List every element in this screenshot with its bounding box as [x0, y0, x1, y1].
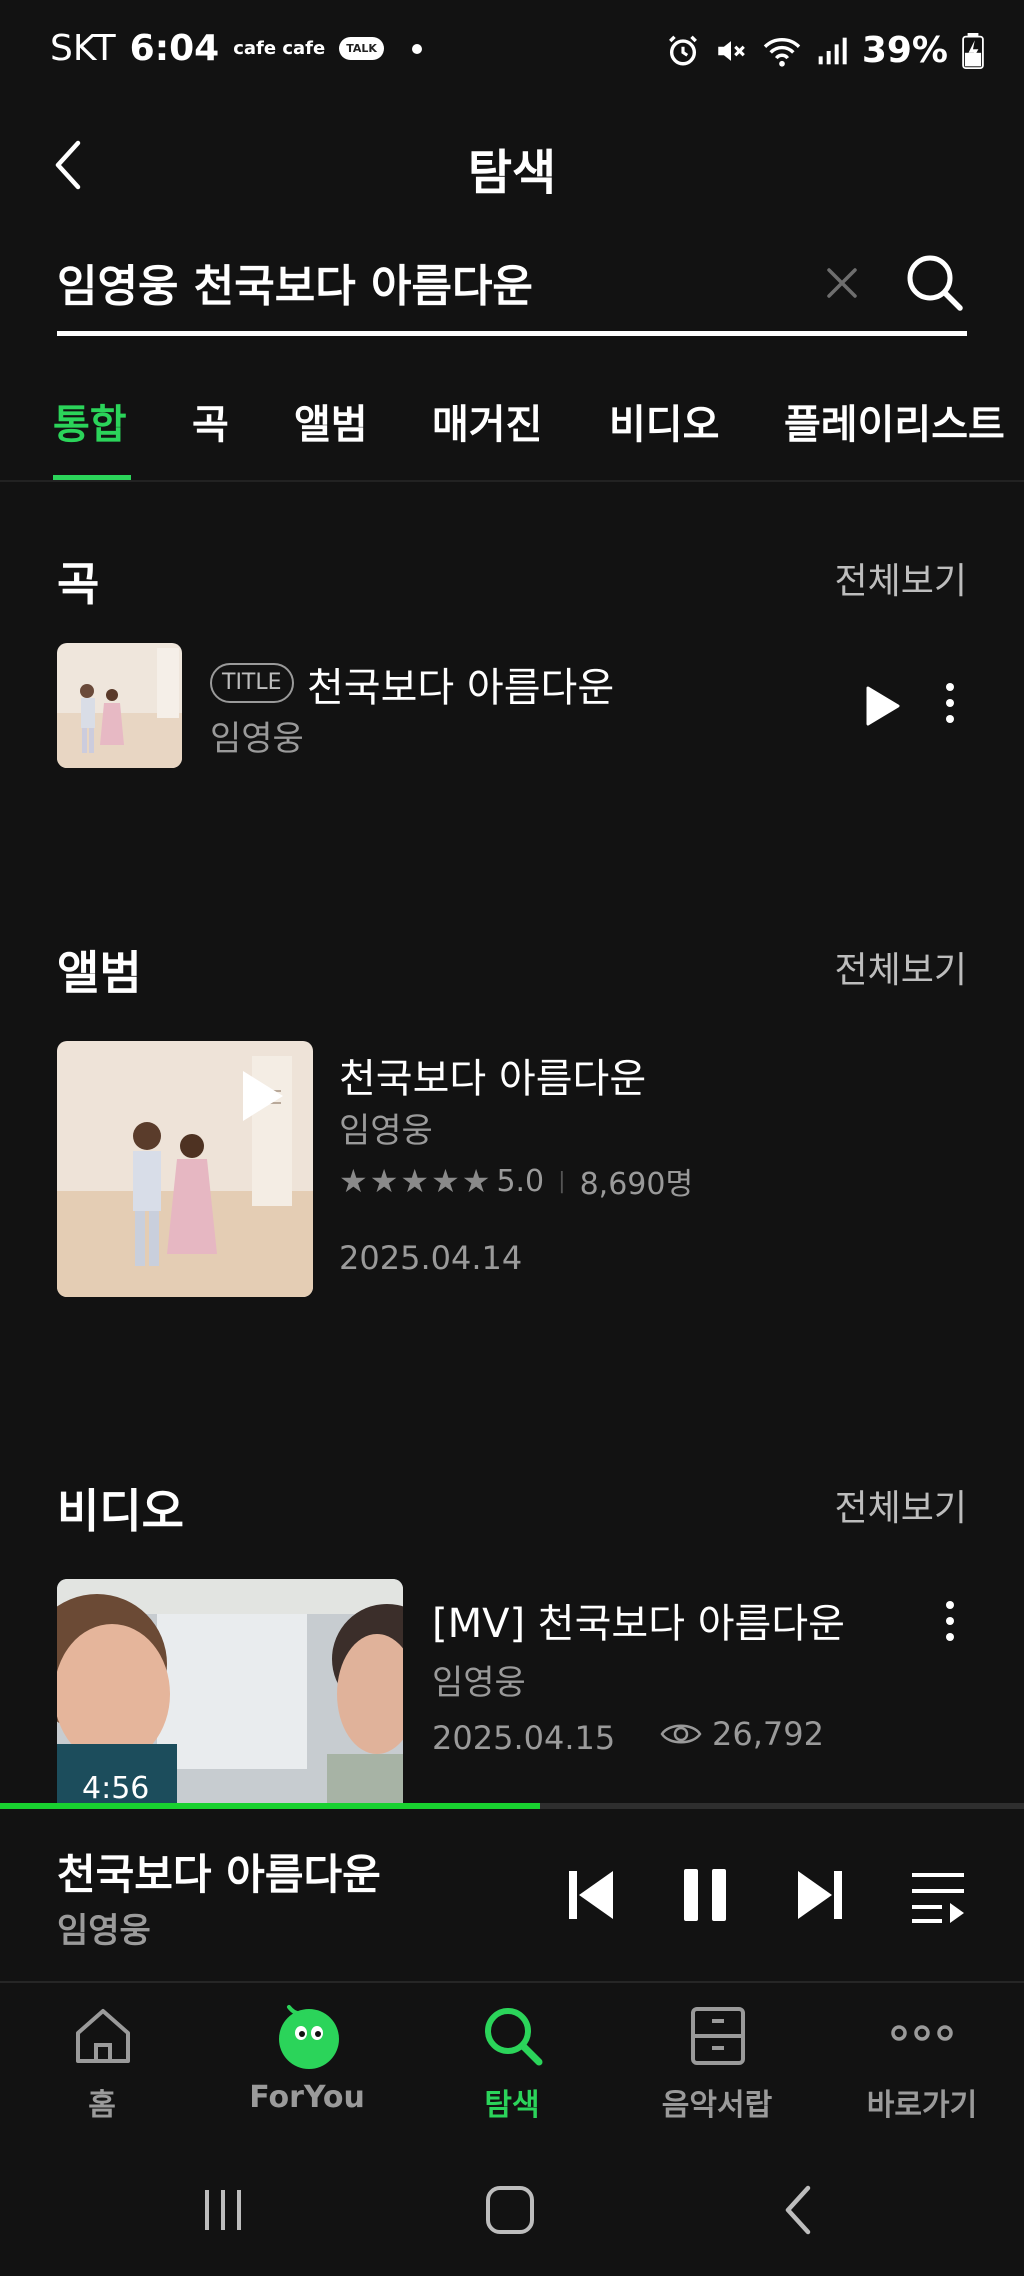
notification-dot-icon	[411, 43, 422, 54]
nav-music-drawer[interactable]: 음악서랍	[637, 2005, 797, 2125]
kakaotalk-icon: TALK	[339, 37, 384, 60]
play-icon[interactable]	[852, 676, 912, 736]
playback-progress-fill	[0, 1803, 540, 1809]
nav-shortcuts[interactable]: 바로가기	[842, 2005, 1002, 2125]
section-title: 곡	[57, 557, 100, 611]
album-release-date: 2025.04.14	[339, 1239, 523, 1277]
nav-foryou[interactable]: ForYou	[227, 2005, 387, 2125]
battery-percent: 39%	[861, 30, 948, 71]
star-rating-icon: ★★★★★	[339, 1162, 493, 1200]
nav-label: 탐색	[484, 2088, 540, 2123]
album-artist: 임영웅	[339, 1111, 433, 1151]
mini-player[interactable]: 천국보다 아름다운 임영웅	[0, 1803, 1024, 1983]
albums-section-header: 앨범 전체보기	[57, 937, 967, 1000]
search-icon[interactable]	[902, 250, 967, 315]
album-rating: ★★★★★ 5.0 | 8,690명	[339, 1159, 693, 1203]
video-view-count: 26,792	[660, 1715, 824, 1753]
clear-search-icon[interactable]	[817, 258, 867, 308]
nav-label: 음악서랍	[661, 2088, 773, 2123]
nav-home[interactable]: 홈	[22, 2005, 182, 2125]
home-icon	[76, 2009, 130, 2063]
video-duration: 4:56	[82, 1771, 150, 1804]
nav-label: 홈	[88, 2088, 116, 2123]
next-track-icon[interactable]	[792, 1863, 848, 1927]
rating-count: 8,690명	[579, 1167, 694, 1202]
tab-all[interactable]: 통합	[53, 392, 127, 450]
videos-section-header: 비디오 전체보기	[57, 1475, 967, 1538]
section-title: 비디오	[57, 1484, 184, 1538]
system-back-icon[interactable]	[770, 2180, 830, 2240]
album-cover	[57, 1041, 313, 1297]
bottom-navigation: 홈 ForYou 탐색 음악서랍 바로가기	[0, 1985, 1024, 2135]
title-track-badge: TITLE	[210, 663, 294, 703]
mute-icon	[718, 40, 745, 61]
system-navigation-bar	[0, 2150, 1024, 2276]
now-playing-artist: 임영웅	[57, 1911, 151, 1951]
more-dots-icon	[891, 2025, 953, 2041]
wifi-icon	[763, 37, 801, 67]
more-options-icon[interactable]	[935, 673, 965, 733]
clock: 6:04	[129, 28, 220, 69]
search-bar	[57, 240, 967, 336]
search-input[interactable]	[57, 252, 797, 312]
now-playing-title: 천국보다 아름다운	[57, 1850, 381, 1899]
status-bar: SKT 6:04 cafe cafe TALK 39%	[0, 0, 1024, 110]
album-list-item[interactable]: 천국보다 아름다운 임영웅 ★★★★★ 5.0 | 8,690명 2025.04…	[57, 1041, 967, 1297]
drawer-icon	[691, 2007, 745, 2065]
rating-divider: |	[558, 1168, 566, 1194]
notification-app-label: cafe cafe	[233, 38, 326, 59]
signal-icon	[818, 37, 847, 64]
nav-label: ForYou	[249, 2080, 365, 2115]
foryou-character-icon	[279, 2005, 339, 2069]
rating-score: 5.0	[496, 1163, 545, 1199]
see-all-videos-link[interactable]: 전체보기	[835, 1479, 967, 1531]
nav-search[interactable]: 탐색	[432, 2005, 592, 2125]
eye-icon	[660, 1724, 702, 1744]
playlist-queue-icon[interactable]	[908, 1863, 968, 1927]
playback-progress-bar[interactable]	[0, 1803, 1024, 1809]
alarm-icon	[668, 35, 697, 65]
nav-label: 바로가기	[866, 2088, 978, 2123]
video-artist: 임영웅	[432, 1663, 526, 1703]
tab-video[interactable]: 비디오	[609, 392, 719, 450]
search-result-tabs: 통합 곡 앨범 매거진 비디오 플레이리스트	[0, 380, 1024, 482]
see-all-albums-link[interactable]: 전체보기	[835, 941, 967, 993]
tab-songs[interactable]: 곡	[192, 392, 229, 450]
songs-section-header: 곡 전체보기	[57, 548, 967, 611]
song-album-art	[57, 643, 182, 768]
album-title: 천국보다 아름다운	[339, 1056, 647, 1102]
tab-playlist[interactable]: 플레이리스트	[784, 392, 1005, 450]
page-title: 탐색	[467, 145, 557, 201]
more-options-icon[interactable]	[935, 1591, 965, 1651]
view-count: 26,792	[712, 1715, 824, 1753]
song-list-item[interactable]: TITLE 천국보다 아름다운 임영웅	[57, 643, 967, 769]
tab-magazine[interactable]: 매거진	[432, 392, 542, 450]
previous-track-icon[interactable]	[563, 1863, 619, 1927]
home-button-icon[interactable]	[480, 2180, 540, 2240]
song-artist: 임영웅	[210, 719, 304, 759]
video-thumbnail: 4:56	[57, 1579, 403, 1804]
song-title: 천국보다 아름다운	[307, 665, 615, 711]
search-icon	[485, 2008, 543, 2066]
active-tab-indicator	[53, 475, 131, 480]
video-date: 2025.04.15	[432, 1719, 616, 1757]
pause-icon[interactable]	[678, 1863, 734, 1927]
app-header: 탐색	[0, 115, 1024, 215]
video-title: [MV] 천국보다 아름다운	[432, 1601, 845, 1647]
carrier-label: SKT	[50, 28, 116, 69]
see-all-songs-link[interactable]: 전체보기	[835, 552, 967, 604]
battery-charging-icon	[962, 32, 984, 69]
section-title: 앨범	[57, 946, 142, 1000]
video-list-item[interactable]: 4:56 [MV] 천국보다 아름다운 임영웅 2025.04.15 26,79…	[57, 1579, 967, 1804]
tab-albums[interactable]: 앨범	[294, 392, 368, 450]
recent-apps-icon[interactable]	[193, 2180, 253, 2240]
